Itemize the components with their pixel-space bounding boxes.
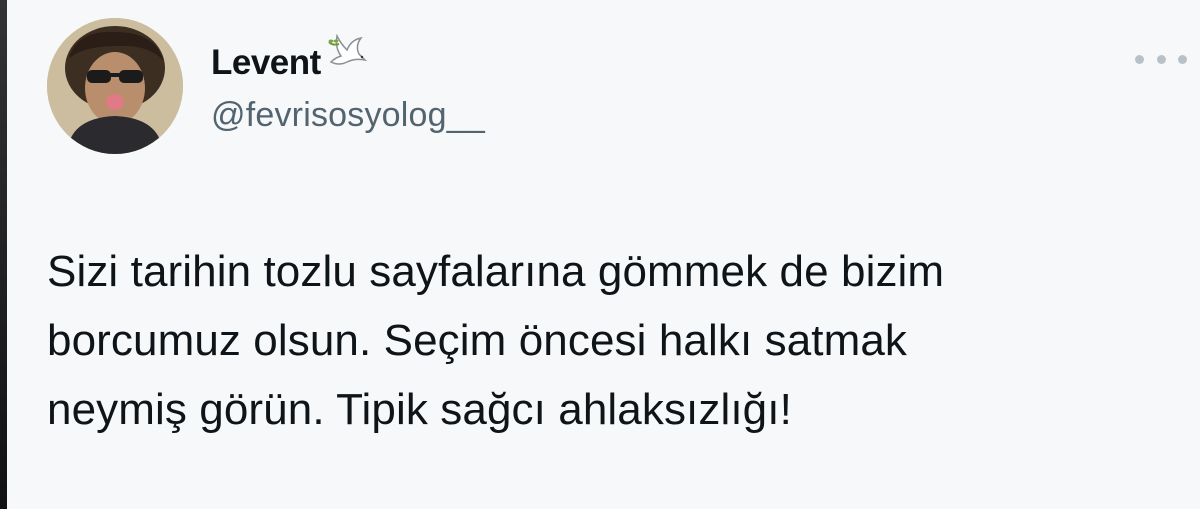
dot: [1135, 54, 1144, 64]
dove-with-olive-branch-icon: [325, 32, 371, 83]
dot: [1156, 54, 1166, 64]
author-handle[interactable]: @fevrisosyolog__: [211, 98, 485, 132]
tweet-text-line: Sizi tarihin tozlu sayfalarına gömmek de…: [47, 247, 945, 296]
tweet-text-line: neymiş görün. Tipik sağcı ahlaksızlığı!: [47, 385, 792, 434]
display-name[interactable]: Levent: [211, 45, 321, 80]
more-options-icon[interactable]: [1135, 47, 1187, 71]
avatar[interactable]: [47, 18, 183, 154]
tweet-card: Levent @fevrisosyolog__ Sizi tarihin toz…: [0, 0, 1200, 509]
tweet-text-line: borcumuz olsun. Seçim öncesi halkı satma…: [47, 316, 908, 365]
author-name-row[interactable]: Levent: [211, 33, 371, 88]
dot: [1178, 54, 1187, 64]
tweet-text: Sizi tarihin tozlu sayfalarına gömmek de…: [47, 237, 1167, 444]
avatar-photo: [47, 18, 183, 154]
